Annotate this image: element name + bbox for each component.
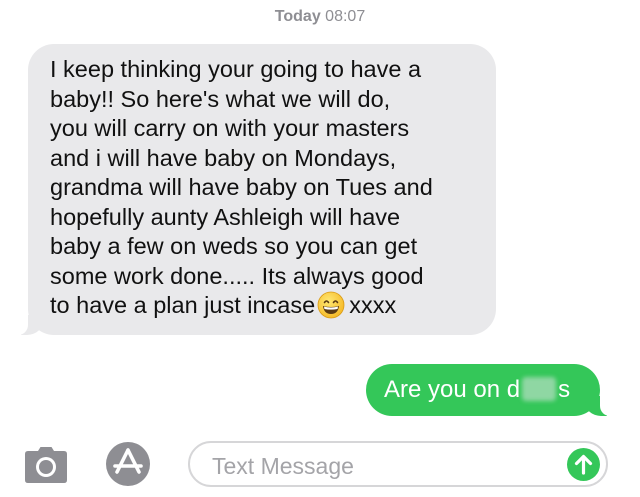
outgoing-text-after: s bbox=[558, 376, 571, 403]
send-button[interactable] bbox=[567, 448, 600, 481]
message-line: grandma will have baby on Tues and bbox=[50, 174, 433, 200]
message-line: I keep thinking your going to have a bbox=[50, 56, 422, 82]
app-store-icon bbox=[106, 442, 150, 486]
messages-screen: Today 08:07 I keep thinking your going t… bbox=[0, 0, 640, 497]
message-line: hopefully aunty Ashleigh will have bbox=[50, 203, 401, 230]
message-input[interactable]: Text Message bbox=[188, 441, 608, 487]
message-line: baby a few on weds so you can get bbox=[50, 233, 418, 259]
message-input-placeholder: Text Message bbox=[212, 453, 354, 479]
timestamp-time: 08:07 bbox=[325, 8, 366, 25]
outgoing-message-text: Are you on d s bbox=[384, 376, 570, 403]
message-line: you will carry on with your masters bbox=[50, 115, 410, 141]
timestamp-day: Today bbox=[274, 8, 321, 25]
outgoing-message-bubble[interactable]: Are you on d s bbox=[366, 364, 612, 416]
message-line-text: to have a plan just incase bbox=[50, 292, 316, 318]
message-line: baby!! So here's what we will do, bbox=[50, 85, 391, 112]
redaction-blur bbox=[522, 377, 557, 401]
message-line: and i will have baby on Mondays, bbox=[50, 144, 397, 171]
camera-button[interactable] bbox=[24, 446, 68, 484]
app-store-button[interactable] bbox=[104, 440, 152, 488]
arrow-up-icon bbox=[574, 454, 593, 475]
message-timestamp: Today 08:07 bbox=[0, 8, 640, 26]
camera-icon bbox=[25, 447, 67, 483]
outgoing-text-before: Are you on d bbox=[384, 376, 521, 403]
incoming-message-bubble[interactable]: I keep thinking your going to have a bab… bbox=[16, 44, 496, 335]
message-line-last: to have a plan just incase xxxx bbox=[50, 291, 480, 321]
message-signoff: xxxx bbox=[349, 292, 397, 318]
message-line: some work done..... Its always good bbox=[50, 262, 424, 289]
grinning-face-emoji-icon bbox=[317, 291, 345, 319]
